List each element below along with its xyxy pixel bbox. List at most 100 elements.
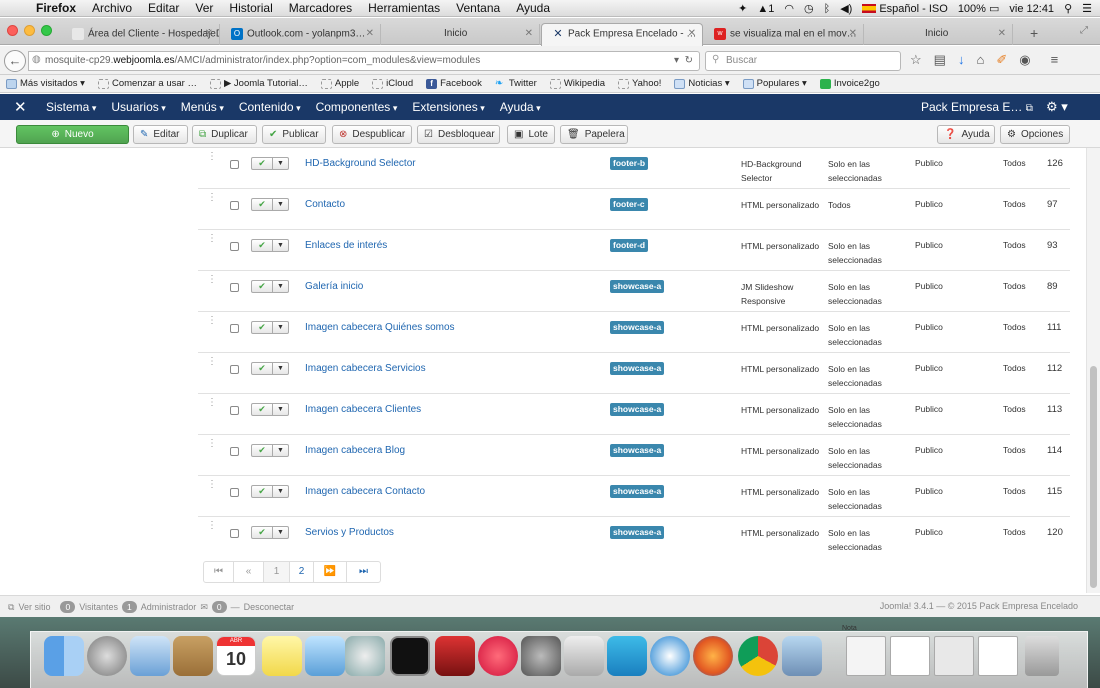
back-arrow-icon[interactable]: ← [4,50,26,72]
drag-handle-icon[interactable]: ⋮ [207,234,217,244]
bookmark-star-icon[interactable]: ☆ [910,52,922,68]
teamviewer-icon[interactable] [650,636,690,676]
drag-handle-icon[interactable]: ⋮ [207,398,217,408]
status-dropdown-icon[interactable]: ▼ [277,199,284,210]
tab-inicio-2[interactable]: Inicio ✕ [865,24,1013,45]
logout-link[interactable]: Desconectar [244,602,295,612]
volume-icon[interactable]: ◀) [840,2,852,15]
first-page-icon[interactable]: ⏮ [204,562,234,582]
drag-handle-icon[interactable]: ⋮ [207,439,217,449]
row-checkbox[interactable] [230,201,239,210]
status-dropdown-icon[interactable]: ▼ [277,527,284,538]
batch-button[interactable]: ▣ Lote [507,125,555,144]
joomla-logo-icon[interactable]: ✕ [14,98,27,116]
bookmark-mas-visitados[interactable]: Más visitados ▾ [6,78,85,89]
view-site-link[interactable]: Ver sitio [18,602,50,612]
menubar-item-ventana[interactable]: Ventana [456,1,500,15]
quicktime-icon[interactable] [345,636,385,676]
position-badge[interactable]: footer-c [610,198,648,211]
position-badge[interactable]: showcase-a [610,362,665,375]
position-badge[interactable]: showcase-a [610,280,665,293]
menubar-item-ayuda[interactable]: Ayuda [516,1,550,15]
status-toggle[interactable]: ✔ ▼ [251,198,289,211]
menubar-item-ver[interactable]: Ver [195,1,213,15]
menu-componentes[interactable]: Componentes [316,100,398,114]
row-checkbox[interactable] [230,406,239,415]
status-toggle[interactable]: ✔ ▼ [251,526,289,539]
drag-handle-icon[interactable]: ⋮ [207,480,217,490]
status-dropdown-icon[interactable]: ▼ [277,158,284,169]
status-dropdown-icon[interactable]: ▼ [277,486,284,497]
status-dropdown-icon[interactable]: ▼ [277,445,284,456]
minimized-window-thumbnail[interactable] [846,636,886,676]
drag-handle-icon[interactable]: ⋮ [207,193,217,203]
bookmark-populares[interactable]: Populares ▾ [742,78,807,89]
bookmark-facebook[interactable]: f Facebook [426,78,482,89]
minimized-window-thumbnail[interactable] [890,636,930,676]
status-dropdown-icon[interactable]: ▼ [277,281,284,292]
module-title-link[interactable]: Imagen cabecera Blog [305,445,405,456]
module-title-link[interactable]: Servios y Productos [305,527,394,538]
menubar-item-editar[interactable]: Editar [148,1,179,15]
tab-close-icon[interactable]: ✕ [205,28,213,39]
bookmark-yahoo[interactable]: Yahoo! [618,78,661,89]
new-tab-icon[interactable]: + [1030,25,1038,41]
reload-icon[interactable]: ▾ ↻ [674,55,693,66]
new-button[interactable]: ⊕ Nuevo [16,125,129,144]
zoom-window-button[interactable] [41,25,52,36]
position-badge[interactable]: showcase-a [610,485,665,498]
menubar-item-archivo[interactable]: Archivo [92,1,132,15]
tab-close-icon[interactable]: ✕ [849,28,857,39]
scrollbar-thumb[interactable] [1090,366,1097,588]
module-title-link[interactable]: Imagen cabecera Contacto [305,486,425,497]
tab-close-icon[interactable]: ✕ [366,28,374,39]
status-toggle[interactable]: ✔ ▼ [251,157,289,170]
tab-close-icon[interactable]: ✕ [688,28,696,39]
row-checkbox[interactable] [230,324,239,333]
menu-ayuda[interactable]: Ayuda [500,100,541,114]
menu-icon[interactable]: ≡ [1051,52,1059,68]
search-input[interactable]: ⚲ Buscar [705,51,901,71]
photo-booth-icon[interactable] [435,636,475,676]
bookmark-noticias[interactable]: Noticias ▾ [674,78,730,89]
row-checkbox[interactable] [230,283,239,292]
minimized-window-thumbnail[interactable] [978,636,1018,676]
system-preferences-icon[interactable] [521,636,561,676]
menu-contenido[interactable]: Contenido [239,100,301,114]
app-store-icon[interactable] [607,636,647,676]
close-window-button[interactable] [7,25,18,36]
module-title-link[interactable]: Contacto [305,199,345,210]
unpublish-button[interactable]: ⊗ Despublicar [332,125,412,144]
menu-sistema[interactable]: Sistema [46,100,96,114]
menubar-item-marcadores[interactable]: Marcadores [289,1,352,15]
status-dropdown-icon[interactable]: ▼ [277,363,284,374]
tab-close-icon[interactable]: ✕ [525,28,533,39]
module-title-link[interactable]: Enlaces de interés [305,240,387,251]
bookmark-wikipedia[interactable]: Wikipedia [549,78,605,89]
notification-icon[interactable]: ▲1 [757,3,774,15]
drag-handle-icon[interactable]: ⋮ [207,357,217,367]
bluetooth-icon[interactable]: ᛒ [824,3,831,15]
bookmark-icloud[interactable]: iCloud [372,78,413,89]
iphoto-icon[interactable] [782,636,822,676]
position-badge[interactable]: footer-d [610,239,649,252]
time-machine-icon[interactable]: ◷ [804,2,814,15]
preview-icon[interactable] [305,636,345,676]
status-toggle[interactable]: ✔ ▼ [251,403,289,416]
module-title-link[interactable]: Imagen cabecera Servicios [305,363,426,374]
menu-extensiones[interactable]: Extensiones [412,100,484,114]
menubar-item-herramientas[interactable]: Herramientas [368,1,440,15]
status-toggle[interactable]: ✔ ▼ [251,280,289,293]
envelope-icon[interactable]: ✉ [200,602,208,613]
row-checkbox[interactable] [230,447,239,456]
download-icon[interactable]: ↓ [958,52,965,68]
minimize-window-button[interactable] [24,25,35,36]
bookmark-joomla-tutorial[interactable]: ▶ Joomla Tutorial… [209,78,308,89]
position-badge[interactable]: showcase-a [610,526,665,539]
menubar-item-historial[interactable]: Historial [229,1,272,15]
options-button[interactable]: ⚙ Opciones [1000,125,1070,144]
publish-button[interactable]: ✔ Publicar [262,125,326,144]
row-checkbox[interactable] [230,529,239,538]
user-menu-gear-icon[interactable]: ⚙ ▾ [1046,99,1068,115]
addon-icon[interactable]: ✐ [996,52,1007,68]
